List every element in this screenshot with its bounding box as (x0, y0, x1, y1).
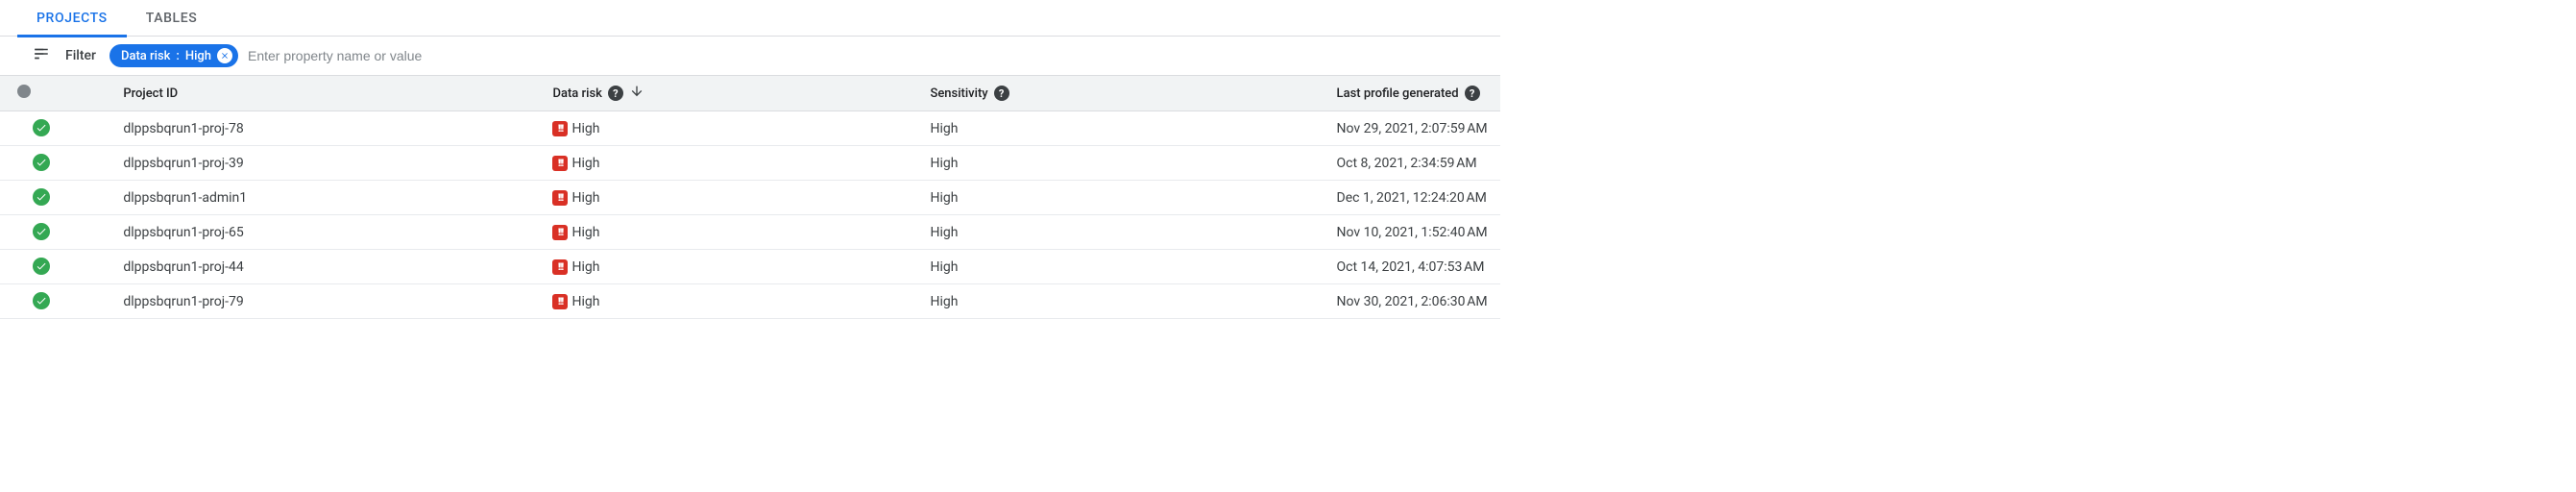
last-profile-value: Nov 30, 2021, 2:06:30 AM (1337, 294, 1488, 309)
filter-label: Filter (65, 48, 96, 63)
sensitivity-value: High (930, 156, 958, 171)
column-header-project-id[interactable]: Project ID (123, 76, 552, 111)
filter-input[interactable] (248, 44, 1483, 67)
last-profile-value: Dec 1, 2021, 12:24:20 AM (1337, 190, 1487, 206)
status-ok-icon (33, 188, 50, 206)
filter-bar: Filter Data risk : High (0, 37, 1500, 76)
project-id: dlppsbqrun1-proj-79 (123, 294, 243, 309)
filter-chip-key: Data risk (121, 49, 170, 63)
sensitivity-value: High (930, 121, 958, 136)
filter-chip-sep: : (176, 49, 179, 63)
column-header-status[interactable] (0, 76, 123, 111)
risk-high-icon: !!! (552, 259, 568, 275)
close-icon[interactable] (217, 48, 232, 63)
status-ok-icon (33, 154, 50, 171)
data-risk-value: High (571, 259, 599, 275)
sensitivity-value: High (930, 225, 958, 240)
project-id: dlppsbqrun1-proj-78 (123, 121, 243, 136)
risk-high-icon: !!! (552, 121, 568, 136)
last-profile-value: Nov 10, 2021, 1:52:40 AM (1337, 225, 1488, 240)
sort-descending-icon[interactable] (629, 84, 644, 103)
status-ok-icon (33, 223, 50, 240)
help-icon[interactable]: ? (1465, 86, 1480, 101)
filter-chip-value: High (185, 49, 211, 63)
column-header-data-risk[interactable]: Data risk ? (552, 76, 930, 111)
project-id: dlppsbqrun1-proj-65 (123, 225, 243, 240)
sensitivity-value: High (930, 259, 958, 275)
project-id: dlppsbqrun1-admin1 (123, 190, 247, 206)
last-profile-value: Oct 14, 2021, 4:07:53 AM (1337, 259, 1485, 275)
risk-high-icon: !!! (552, 190, 568, 206)
filter-chip[interactable]: Data risk : High (109, 44, 238, 67)
help-icon[interactable]: ? (608, 86, 623, 101)
sensitivity-value: High (930, 190, 958, 206)
tab-projects[interactable]: PROJECTS (17, 1, 127, 37)
table-row[interactable]: dlppsbqrun1-admin1 !!! High High Dec 1, … (0, 181, 1500, 215)
data-risk-value: High (571, 190, 599, 206)
data-risk-value: High (571, 121, 599, 136)
tab-bar: PROJECTS TABLES (0, 0, 1500, 37)
last-profile-value: Oct 8, 2021, 2:34:59 AM (1337, 156, 1477, 171)
column-label: Project ID (123, 86, 178, 101)
table-header-row: Project ID Data risk ? Sensitivity ? (0, 76, 1500, 111)
column-header-sensitivity[interactable]: Sensitivity ? (930, 76, 1336, 111)
table-row[interactable]: dlppsbqrun1-proj-78 !!! High High Nov 29… (0, 111, 1500, 146)
table-row[interactable]: dlppsbqrun1-proj-79 !!! High High Nov 30… (0, 284, 1500, 319)
sensitivity-value: High (930, 294, 958, 309)
risk-high-icon: !!! (552, 225, 568, 240)
project-id: dlppsbqrun1-proj-44 (123, 259, 243, 275)
status-ok-icon (33, 292, 50, 309)
data-risk-value: High (571, 225, 599, 240)
projects-table: Project ID Data risk ? Sensitivity ? (0, 76, 1500, 319)
filter-icon (33, 45, 50, 66)
table-row[interactable]: dlppsbqrun1-proj-44 !!! High High Oct 14… (0, 250, 1500, 284)
risk-high-icon: !!! (552, 156, 568, 171)
status-ok-icon (33, 258, 50, 275)
project-id: dlppsbqrun1-proj-39 (123, 156, 243, 171)
tab-tables[interactable]: TABLES (127, 1, 217, 37)
column-header-last-profile[interactable]: Last profile generated ? (1337, 76, 1500, 111)
last-profile-value: Nov 29, 2021, 2:07:59 AM (1337, 121, 1488, 136)
column-label: Data risk (552, 86, 601, 101)
risk-high-icon: !!! (552, 294, 568, 309)
column-label: Last profile generated (1337, 86, 1459, 101)
table-row[interactable]: dlppsbqrun1-proj-39 !!! High High Oct 8,… (0, 146, 1500, 181)
column-label: Sensitivity (930, 86, 987, 101)
status-ok-icon (33, 119, 50, 136)
table-row[interactable]: dlppsbqrun1-proj-65 !!! High High Nov 10… (0, 215, 1500, 250)
status-circle-icon (17, 85, 31, 98)
help-icon[interactable]: ? (994, 86, 1009, 101)
data-risk-value: High (571, 294, 599, 309)
data-risk-value: High (571, 156, 599, 171)
